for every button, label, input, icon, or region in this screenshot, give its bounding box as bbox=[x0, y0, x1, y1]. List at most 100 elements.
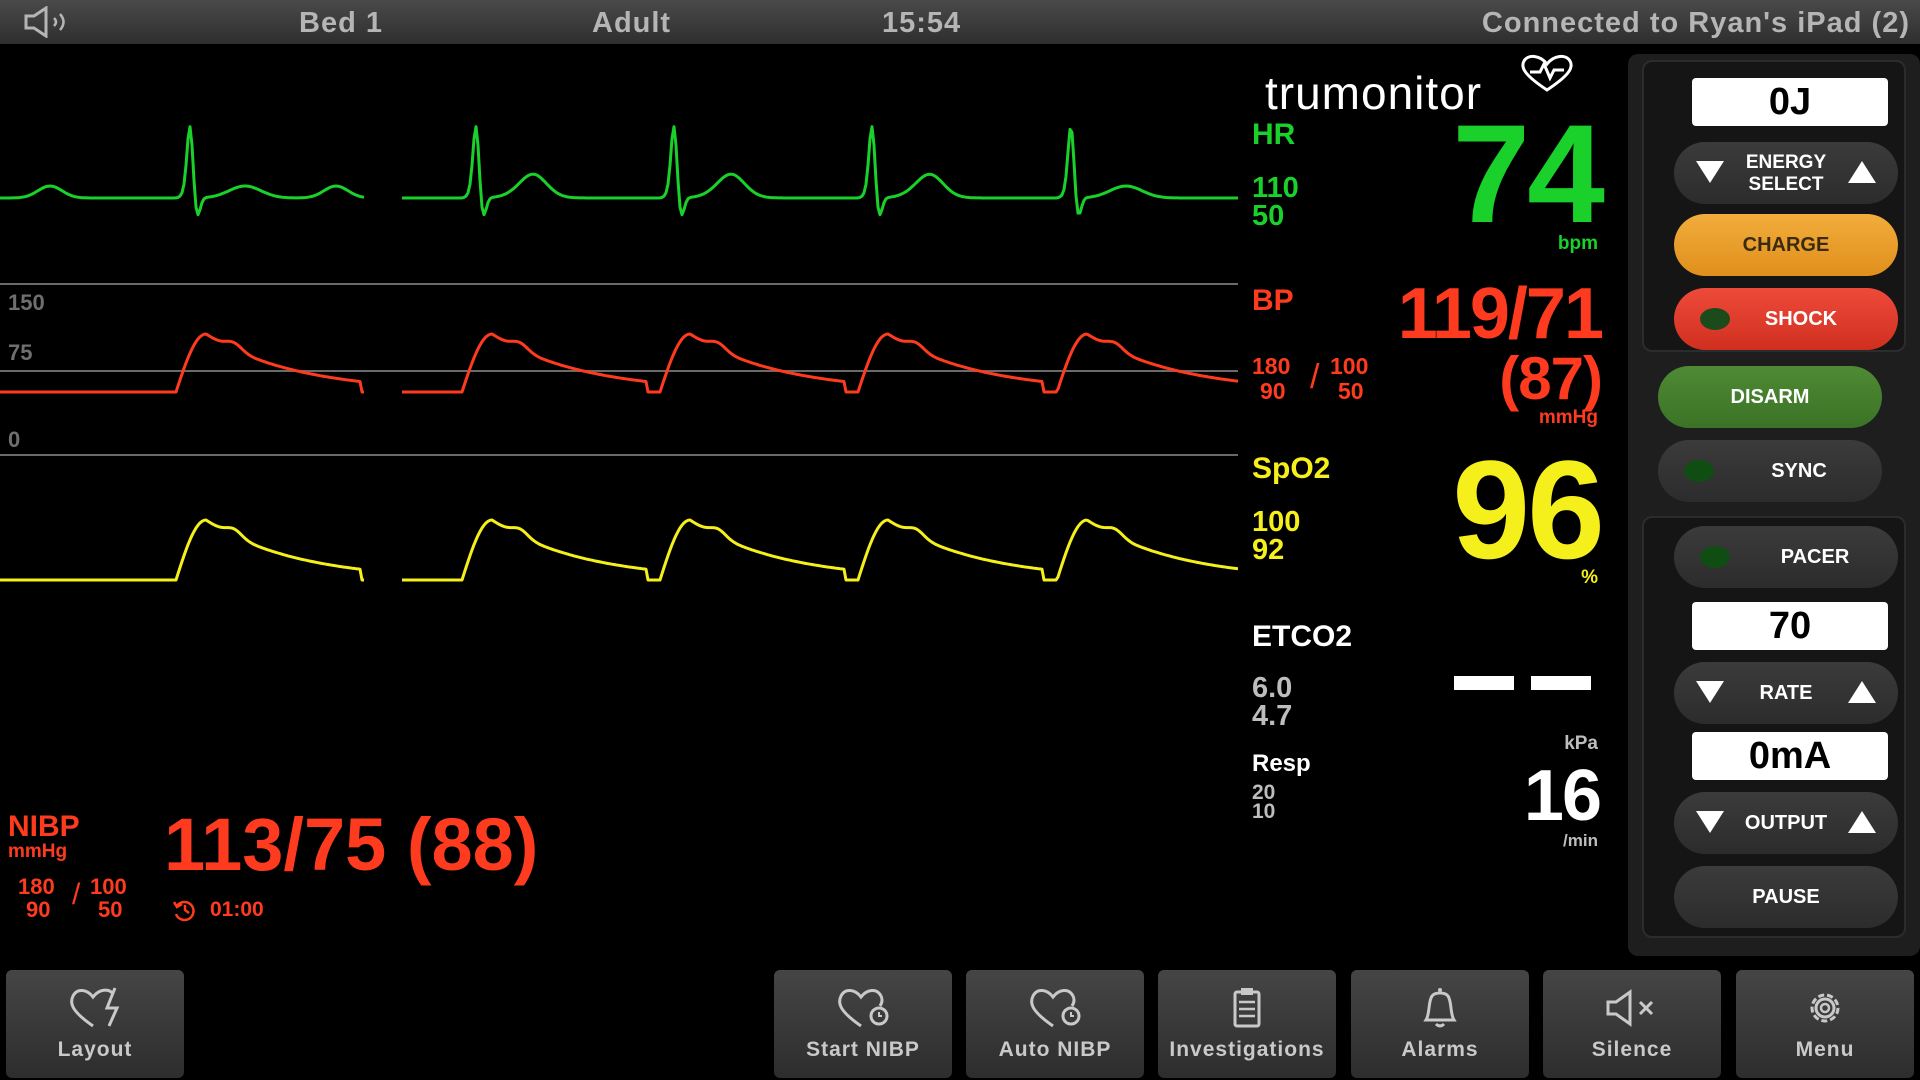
bp-mean: (87) bbox=[1499, 345, 1603, 412]
bp-trace bbox=[0, 332, 364, 394]
bp-sys-high: 180 bbox=[1252, 353, 1291, 379]
spo2-trace bbox=[0, 518, 364, 582]
nibp-sys-low: 90 bbox=[26, 897, 51, 922]
speaker-icon[interactable] bbox=[22, 6, 82, 38]
nibp-sys-high: 180 bbox=[18, 874, 55, 899]
alarms-label: Alarms bbox=[1401, 1038, 1479, 1061]
spo2-unit: % bbox=[1581, 567, 1598, 588]
bp-scale-mid: 75 bbox=[8, 340, 32, 365]
connection-status: Connected to Ryan's iPad (2) bbox=[1481, 7, 1910, 39]
etco2-unit: kPa bbox=[1564, 733, 1598, 754]
auto-nibp-button[interactable]: Auto NIBP bbox=[966, 970, 1144, 1078]
ecg-trace bbox=[0, 125, 365, 217]
spo2-alarm-high: 100 bbox=[1252, 506, 1301, 538]
output-display: 0mA bbox=[1692, 732, 1888, 780]
menu-button[interactable]: Menu bbox=[1736, 970, 1914, 1078]
nibp-slash: / bbox=[72, 878, 81, 911]
bp-slash: / bbox=[1310, 358, 1320, 396]
bp-dia-low: 50 bbox=[1338, 378, 1364, 404]
start-nibp-label: Start NIBP bbox=[806, 1038, 920, 1061]
bell-icon bbox=[1423, 988, 1457, 1028]
silence-label: Silence bbox=[1591, 1038, 1673, 1061]
spo2-waveform bbox=[0, 518, 1238, 582]
auto-nibp-label: Auto NIBP bbox=[998, 1038, 1112, 1061]
output-control[interactable]: OUTPUT bbox=[1674, 792, 1898, 854]
sync-label: SYNC bbox=[1771, 460, 1827, 482]
nibp-interval: 01:00 bbox=[210, 898, 264, 921]
hr-alarm-high: 110 bbox=[1252, 172, 1299, 204]
ecg-waveform bbox=[0, 125, 1238, 217]
bp-sys-low: 90 bbox=[1260, 378, 1286, 404]
mute-icon bbox=[1606, 989, 1654, 1027]
silence-button[interactable]: Silence bbox=[1543, 970, 1721, 1078]
rate-up-icon[interactable] bbox=[1848, 681, 1876, 703]
clock: 15:54 bbox=[882, 7, 962, 39]
output-up-icon[interactable] bbox=[1848, 811, 1876, 833]
etco2-dash bbox=[1531, 676, 1591, 690]
resp-alarm-low: 10 bbox=[1252, 800, 1276, 823]
disarm-button[interactable]: DISARM bbox=[1658, 366, 1882, 428]
hr-value: 74 bbox=[1452, 95, 1605, 252]
nibp-dia-high: 100 bbox=[90, 874, 127, 899]
heart-timer-icon bbox=[1030, 989, 1081, 1028]
hr-unit: bpm bbox=[1557, 233, 1598, 254]
hr-label: HR bbox=[1252, 118, 1296, 151]
etco2-alarm-low: 4.7 bbox=[1252, 700, 1293, 732]
control-panel: 0J ENERGY SELECT CHARGE SHOCK DISARM SYN… bbox=[1628, 54, 1920, 956]
bp-waveform bbox=[0, 332, 1238, 394]
shock-button[interactable]: SHOCK bbox=[1674, 288, 1898, 350]
heart-icon bbox=[838, 989, 889, 1028]
spo2-alarm-low: 92 bbox=[1252, 534, 1285, 566]
shock-label: SHOCK bbox=[1764, 308, 1838, 330]
rate-control[interactable]: RATE bbox=[1674, 662, 1898, 724]
status-bar: Bed 1 Adult 15:54 Connected to Ryan's iP… bbox=[0, 0, 1920, 44]
hr-alarm-low: 50 bbox=[1252, 200, 1285, 232]
energy-display: 0J bbox=[1692, 78, 1888, 126]
bp-unit: mmHg bbox=[1538, 407, 1598, 428]
ecg-trace bbox=[402, 125, 1238, 217]
bp-scale-top: 150 bbox=[8, 290, 45, 315]
investigations-button[interactable]: Investigations bbox=[1158, 970, 1336, 1078]
energy-select-button[interactable]: ENERGY SELECT bbox=[1674, 142, 1898, 204]
menu-label: Menu bbox=[1795, 1038, 1855, 1061]
resp-value: 16 bbox=[1523, 756, 1602, 836]
heart-logo-icon bbox=[1521, 55, 1573, 92]
waveform-area: 150 75 0 bbox=[0, 125, 1238, 582]
defib-group: 0J ENERGY SELECT CHARGE SHOCK bbox=[1642, 60, 1906, 352]
shock-led-icon bbox=[1700, 308, 1730, 330]
rate-label: RATE bbox=[1759, 682, 1813, 704]
layout-label: Layout bbox=[57, 1038, 133, 1061]
rate-display: 70 bbox=[1692, 602, 1888, 650]
rate-down-icon[interactable] bbox=[1696, 681, 1724, 703]
resp-unit: /min bbox=[1563, 831, 1598, 850]
sync-led-icon bbox=[1684, 460, 1714, 482]
patient-type: Adult bbox=[592, 7, 672, 39]
pacer-group: PACER 70 RATE 0mA OUTPUT PAUSE bbox=[1642, 516, 1906, 938]
alarms-button[interactable]: Alarms bbox=[1351, 970, 1529, 1078]
clipboard-icon bbox=[1233, 988, 1261, 1028]
etco2-dash bbox=[1454, 676, 1514, 690]
pacer-led-icon bbox=[1700, 546, 1730, 568]
gear-icon bbox=[1810, 993, 1840, 1023]
bp-dia-high: 100 bbox=[1330, 353, 1369, 379]
spo2-trace bbox=[402, 518, 1238, 582]
investigations-label: Investigations bbox=[1169, 1038, 1325, 1061]
bp-trace bbox=[402, 332, 1238, 394]
charge-button[interactable]: CHARGE bbox=[1674, 214, 1898, 276]
sync-button[interactable]: SYNC bbox=[1658, 440, 1882, 502]
timer-icon bbox=[172, 900, 195, 922]
pacer-button[interactable]: PACER bbox=[1674, 526, 1898, 588]
layout-button[interactable]: Layout bbox=[6, 970, 184, 1078]
output-down-icon[interactable] bbox=[1696, 811, 1724, 833]
nibp-dia-low: 50 bbox=[98, 897, 123, 922]
pacer-label: PACER bbox=[1780, 546, 1850, 568]
start-nibp-button[interactable]: Start NIBP bbox=[774, 970, 952, 1078]
nibp-value: 113/75 (88) bbox=[164, 803, 539, 886]
spo2-value: 96 bbox=[1452, 431, 1605, 588]
pause-button[interactable]: PAUSE bbox=[1674, 866, 1898, 928]
output-label: OUTPUT bbox=[1744, 812, 1828, 834]
bp-value: 119/71 bbox=[1397, 274, 1604, 354]
resp-label: Resp bbox=[1252, 750, 1311, 777]
etco2-alarm-high: 6.0 bbox=[1252, 672, 1293, 704]
energy-up-icon[interactable] bbox=[1848, 161, 1876, 183]
